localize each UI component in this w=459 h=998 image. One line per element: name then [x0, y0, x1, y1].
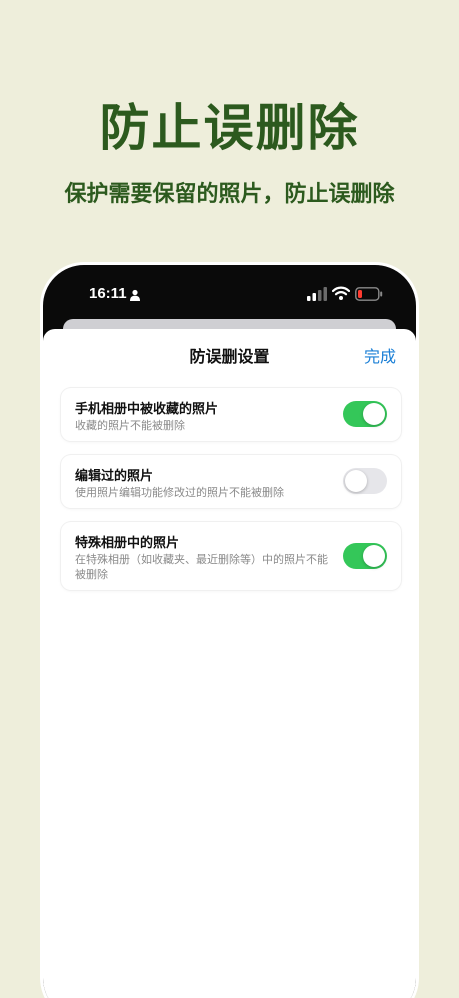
promo-page: 防止误删除 保护需要保留的照片，防止误删除 16:11 防误删设置 完成 手机相…: [0, 0, 459, 998]
setting-card-edited: 编辑过的照片 使用照片编辑功能修改过的照片不能被删除: [61, 455, 401, 508]
promo-headline: 防止误删除: [99, 99, 360, 157]
toggle-knob: [363, 545, 385, 567]
setting-card-favorites: 手机相册中被收藏的照片 收藏的照片不能被删除: [61, 388, 401, 441]
sheet-title: 防误删设置: [189, 347, 270, 366]
setting-subtitle: 收藏的照片不能被删除: [75, 419, 185, 432]
person-icon: [130, 289, 140, 301]
wifi-icon: [332, 286, 350, 300]
toggle-knob: [345, 470, 367, 492]
edited-toggle[interactable]: [343, 468, 387, 494]
promo-subline: 保护需要保留的照片，防止误删除: [64, 182, 395, 207]
setting-title: 特殊相册中的照片: [75, 536, 180, 551]
setting-subtitle: 使用照片编辑功能修改过的照片不能被删除: [75, 486, 284, 499]
setting-title: 手机相册中被收藏的照片: [75, 402, 219, 417]
special-albums-toggle[interactable]: [343, 543, 387, 569]
setting-card-special-albums: 特殊相册中的照片 在特殊相册（如收藏夹、最近删除等）中的照片不能被删除: [61, 522, 401, 590]
phone-frame: 16:11 防误删设置 完成 手机相册中被收藏的照片 收藏的照片不能被删除 编辑…: [40, 262, 419, 998]
favorites-toggle[interactable]: [343, 401, 387, 427]
toggle-knob: [363, 403, 385, 425]
setting-subtitle: 在特殊相册（如收藏夹、最近删除等）中的照片不能被删除: [75, 553, 328, 581]
battery-icon: [355, 287, 383, 301]
setting-title: 编辑过的照片: [75, 469, 154, 484]
status-time: 16:11: [89, 285, 127, 302]
status-bar: 16:11: [43, 265, 416, 325]
signal-icon: [307, 287, 327, 301]
settings-sheet: 防误删设置 完成 手机相册中被收藏的照片 收藏的照片不能被删除 编辑过的照片 使…: [43, 329, 416, 998]
done-button[interactable]: 完成: [364, 343, 396, 367]
